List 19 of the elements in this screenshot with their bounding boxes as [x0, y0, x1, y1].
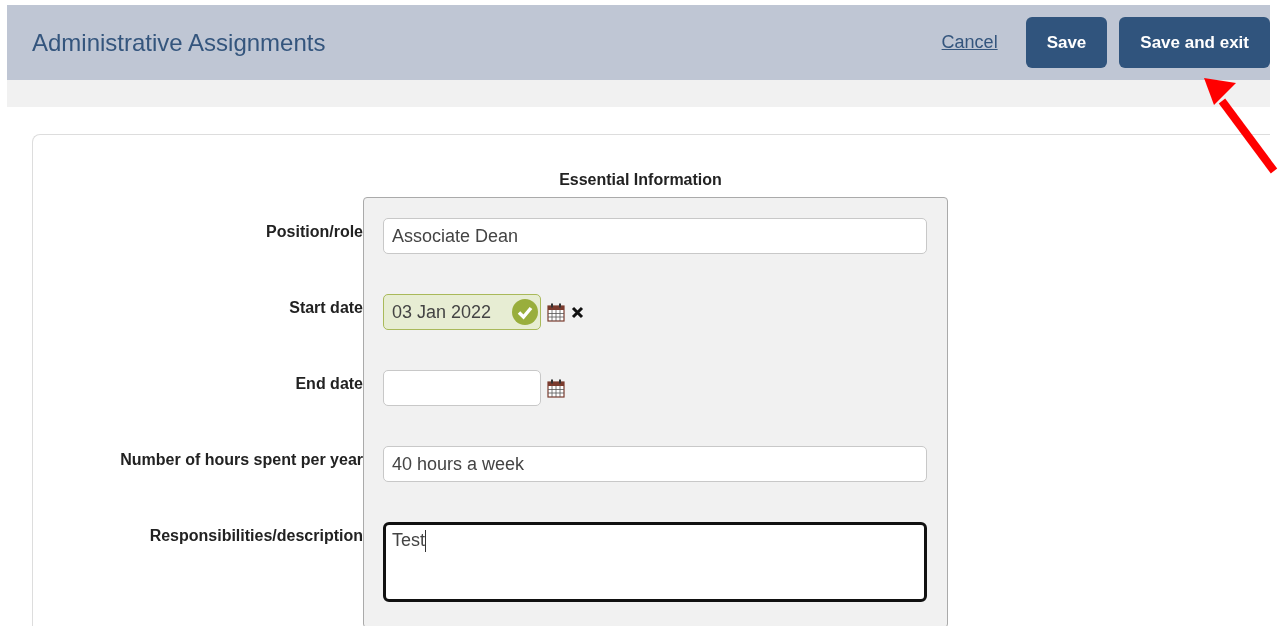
date-field[interactable]: 03 Jan 2022 — [383, 294, 541, 330]
save-and-exit-button[interactable]: Save and exit — [1119, 17, 1270, 68]
text-field[interactable]: Associate Dean — [383, 218, 927, 254]
save-button[interactable]: Save — [1025, 17, 1108, 68]
page-title: Administrative Assignments — [32, 28, 327, 57]
field-label: Responsibilities/description — [149, 527, 363, 544]
section-title: Essential Information — [559, 171, 722, 188]
cancel-link[interactable]: Cancel — [941, 32, 998, 53]
field-label: End date — [295, 375, 363, 392]
text-field[interactable]: 40 hours a week — [383, 446, 927, 482]
date-field[interactable] — [383, 370, 541, 406]
check-icon — [512, 299, 538, 325]
field-label: Start date — [289, 299, 363, 316]
description-field[interactable]: Test — [383, 522, 927, 602]
field-label: Position/role — [266, 223, 363, 240]
calendar-icon[interactable] — [547, 379, 565, 398]
calendar-icon[interactable] — [547, 303, 565, 322]
close-icon[interactable] — [571, 306, 584, 319]
field-label: Number of hours spent per year — [120, 451, 363, 468]
